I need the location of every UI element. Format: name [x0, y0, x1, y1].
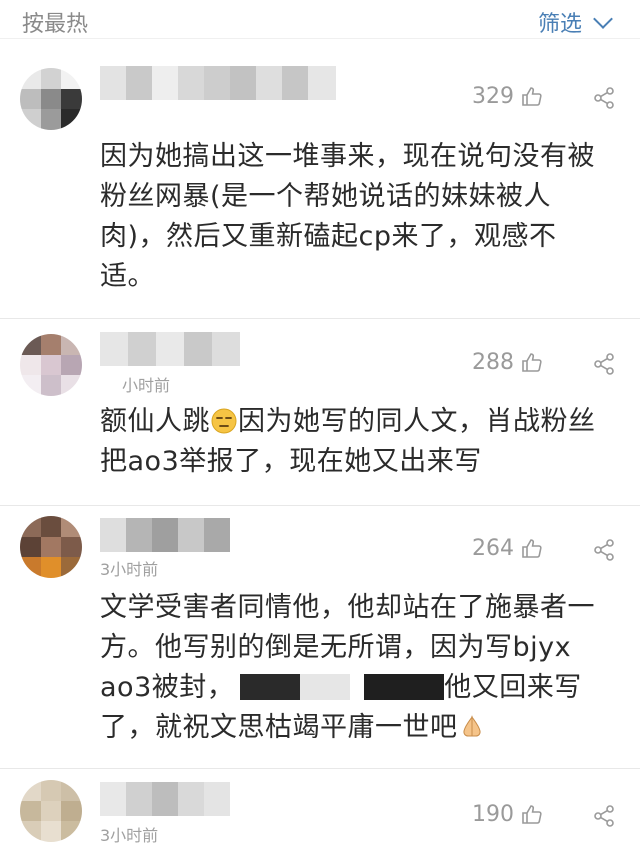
- avatar[interactable]: [20, 780, 82, 842]
- redaction-block: [300, 674, 351, 700]
- chevron-down-icon: [593, 9, 613, 29]
- comment-sort-bar: 按最热 筛选: [0, 0, 640, 39]
- like-button[interactable]: 288: [472, 350, 544, 375]
- sort-by-hot-label[interactable]: 按最热: [22, 6, 88, 38]
- like-count: 288: [472, 350, 514, 375]
- like-button[interactable]: 329: [472, 84, 544, 109]
- username-blurred[interactable]: [100, 782, 230, 816]
- thumbs-up-icon: [522, 804, 542, 824]
- filter-button[interactable]: 筛选: [537, 6, 613, 38]
- comment-text: 额仙人跳 因为她写的同人文，肖战粉丝 把ao3举报了，现在她又出来写: [100, 406, 596, 477]
- username-blurred[interactable]: [100, 518, 230, 552]
- filter-label: 筛选: [537, 12, 582, 37]
- avatar[interactable]: [20, 516, 82, 578]
- share-icon[interactable]: [592, 352, 616, 376]
- comment-text: 因为她搞出这一堆事来，现在说句没有被 粉丝网暴(是一个帮她说话的妹妹被人 肉)，…: [100, 141, 595, 292]
- thumbs-up-icon: [522, 352, 542, 372]
- like-count: 264: [472, 536, 514, 561]
- like-count: 190: [472, 802, 514, 827]
- comment-time: 小时前: [122, 376, 171, 395]
- share-icon[interactable]: [592, 86, 616, 110]
- username-blurred[interactable]: [100, 332, 240, 366]
- like-button[interactable]: 264: [472, 536, 544, 561]
- redaction-block: [240, 674, 301, 700]
- divider: [0, 768, 640, 769]
- thumbs-up-icon: [522, 538, 542, 558]
- comment-time: 3小时前: [100, 826, 159, 845]
- redaction-block: [364, 674, 445, 700]
- avatar[interactable]: [20, 68, 82, 130]
- comment-time: 3小时前: [100, 560, 159, 579]
- thumbs-up-icon: [522, 86, 542, 106]
- avatar[interactable]: [20, 334, 82, 396]
- share-icon[interactable]: [592, 804, 616, 828]
- like-button[interactable]: 190: [472, 802, 544, 827]
- like-count: 329: [472, 84, 514, 109]
- divider: [0, 318, 640, 319]
- username-blurred[interactable]: [100, 66, 336, 100]
- unamused-face-emoji-icon: [211, 408, 237, 434]
- praying-hands-emoji-icon: [462, 715, 481, 737]
- divider: [0, 505, 640, 506]
- share-icon[interactable]: [592, 538, 616, 562]
- comment-text: 文学受害者同情他，他却站在了施暴者一 方。他写别的倒是无所谓，因为写bjyx a…: [100, 592, 595, 743]
